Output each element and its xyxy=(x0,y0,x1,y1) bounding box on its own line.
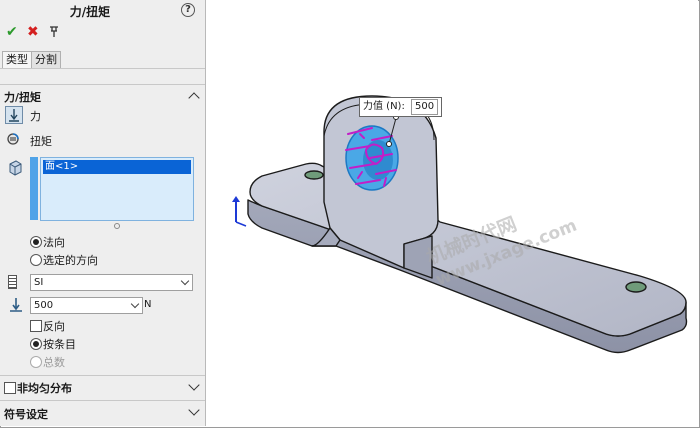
divider xyxy=(0,68,205,69)
section-title-nonuniform[interactable]: 非均匀分布 xyxy=(17,380,72,396)
radio-total-label: 总数 xyxy=(43,356,65,369)
pushpin-icon[interactable] xyxy=(48,24,60,38)
ok-checkmark-icon[interactable]: ✔ xyxy=(6,24,18,40)
force-value-text: 500 xyxy=(34,300,54,311)
force-value-callout[interactable]: 力值 (N): 500 xyxy=(359,97,443,117)
radio-selected-direction[interactable] xyxy=(30,254,42,266)
units-ruler-icon xyxy=(8,275,17,289)
selection-box-stripe xyxy=(30,157,38,220)
chevron-down-icon xyxy=(180,276,190,286)
list-item-face[interactable]: 面<1> xyxy=(43,160,191,174)
tab-type[interactable]: 类型 xyxy=(2,51,32,69)
units-select-value: SI xyxy=(34,277,44,288)
callout-label: 力值 (N): xyxy=(363,101,405,112)
part-model[interactable] xyxy=(206,0,698,426)
radio-selected-direction-label: 选定的方向 xyxy=(43,254,98,267)
cancel-x-icon[interactable]: ✖ xyxy=(27,24,39,40)
force-value-arrow-icon xyxy=(10,298,22,312)
collapse-chevron-icon[interactable] xyxy=(188,92,200,104)
radio-per-item[interactable] xyxy=(30,338,42,350)
radio-per-item-label: 按条目 xyxy=(43,338,76,351)
force-value-input[interactable]: 500 xyxy=(30,297,143,314)
force-option-label[interactable]: 力 xyxy=(30,108,41,124)
section-title-force-torque[interactable]: 力/扭矩 xyxy=(4,89,41,105)
face-selection-icon xyxy=(9,160,22,176)
chevron-down-icon xyxy=(130,299,140,309)
force-arrow-icon[interactable] xyxy=(5,106,23,124)
panel-title: 力/扭矩 xyxy=(69,5,111,19)
callout-value-input[interactable]: 500 xyxy=(411,99,439,115)
axis-triad-icon xyxy=(232,196,247,227)
reverse-checkbox[interactable] xyxy=(30,320,42,332)
nonuniform-checkbox[interactable] xyxy=(4,382,16,394)
torque-icon[interactable] xyxy=(5,131,21,147)
radio-normal-label: 法向 xyxy=(43,236,65,249)
list-resize-handle[interactable] xyxy=(114,223,120,229)
section-title-symbol-settings[interactable]: 符号设定 xyxy=(4,406,48,422)
divider xyxy=(0,375,205,376)
selected-faces-list[interactable]: 面<1> xyxy=(40,157,194,221)
reverse-label: 反向 xyxy=(43,320,65,333)
tab-split[interactable]: 分割 xyxy=(31,51,61,69)
property-manager: 力/扭矩 ? ✔ ✖ 类型 分割 力/扭矩 力 扭矩 面<1> 法向 选定的方向… xyxy=(0,0,206,426)
radio-total[interactable] xyxy=(30,356,42,368)
expand-chevron-icon[interactable] xyxy=(188,404,200,416)
radio-normal[interactable] xyxy=(30,236,42,248)
units-select[interactable]: SI xyxy=(30,274,193,291)
torque-option-label[interactable]: 扭矩 xyxy=(30,133,52,149)
force-unit-label: N xyxy=(144,299,152,310)
expand-chevron-icon[interactable] xyxy=(188,379,200,391)
help-icon[interactable]: ? xyxy=(181,3,195,17)
graphics-viewport[interactable]: 力值 (N): 500 机械时代网 www.jxage.com xyxy=(206,0,698,426)
divider xyxy=(0,84,205,85)
divider xyxy=(0,400,205,401)
